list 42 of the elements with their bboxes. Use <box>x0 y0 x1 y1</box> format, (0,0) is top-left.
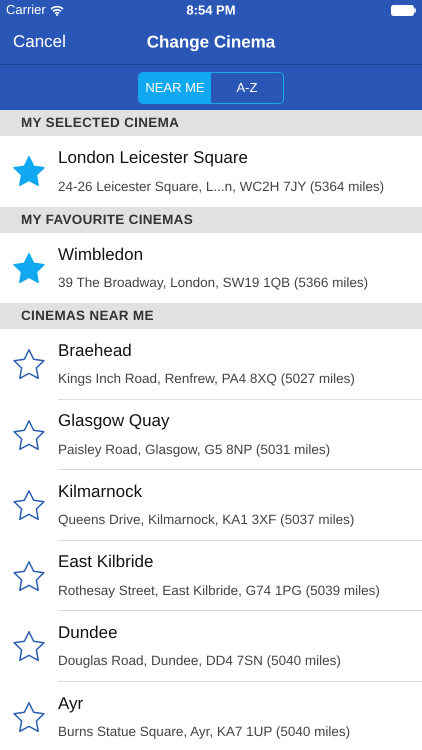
star-icon[interactable] <box>12 700 46 733</box>
wifi-icon <box>50 4 64 16</box>
cinema-address: Kings Inch Road, Renfrew, PA4 8XQ (5027 miles) <box>58 370 356 388</box>
cinema-address: Rothesay Street, East Kilbride, G74 1PG (5039 miles) <box>58 582 381 600</box>
cinema-address: Burns Statue Square, Ayr, KA7 1UP (5040 miles) <box>58 723 352 742</box>
carrier-label: Carrier <box>6 1 46 20</box>
section-header: MY FAVOURITE CINEMAS <box>0 206 422 232</box>
cinema-address: Paisley Road, Glasgow, G5 8NP (5031 miles) <box>58 440 332 459</box>
cinema-row[interactable]: Glasgow Quay Paisley Road, Glasgow, G5 8NP (5031 miles) <box>0 400 422 470</box>
star-icon[interactable] <box>12 155 46 188</box>
cinema-row[interactable]: Wimbledon 39 The Broadway, London, SW19 1QB (5366 miles) <box>0 232 422 303</box>
time-label: 8:54 PM <box>186 1 236 20</box>
star-icon[interactable] <box>12 489 46 522</box>
cinema-name: East Kilbride <box>58 551 154 574</box>
cinema-row[interactable]: London Leicester Square 24-26 Leicester Square, L...n, WC2H 7JY (5364 miles) <box>0 136 422 206</box>
cinema-address: 39 The Broadway, London, SW19 1QB (5366 miles) <box>58 274 370 292</box>
section-header: MY SELECTED CINEMA <box>0 110 422 136</box>
cinema-name: Glasgow Quay <box>58 410 170 432</box>
star-icon[interactable] <box>12 418 46 451</box>
segment-tab[interactable]: A-Z <box>211 72 283 102</box>
cinema-row[interactable]: East Kilbride Rothesay Street, East Kilbride, G74 1PG (5039 miles) <box>0 540 422 611</box>
cinema-name: Ayr <box>58 692 84 715</box>
cinema-address: Queens Drive, Kilmarnock, KA1 3XF (5037 miles) <box>58 511 356 530</box>
cinema-name: Braehead <box>58 340 133 362</box>
cinema-row[interactable]: Kilmarnock Queens Drive, Kilmarnock, KA1 3XF (5037 miles) <box>0 470 422 540</box>
cancel-button[interactable]: Cancel <box>0 29 79 55</box>
cinema-name: Dundee <box>58 622 119 644</box>
star-icon[interactable] <box>12 630 46 662</box>
cinema-name: Kilmarnock <box>58 480 144 503</box>
screen-title: Change Cinema <box>146 31 276 54</box>
battery-icon <box>391 4 416 16</box>
star-icon[interactable] <box>12 348 46 380</box>
star-icon[interactable] <box>12 560 46 592</box>
star-icon[interactable] <box>12 252 46 284</box>
cinema-name: London Leicester Square <box>58 147 249 170</box>
cinema-row[interactable]: Dundee Douglas Road, Dundee, DD4 7SN (5040 miles) <box>0 611 422 682</box>
cinema-row[interactable]: Ayr Burns Statue Square, Ayr, KA7 1UP (5040 miles) <box>0 682 422 750</box>
section-header: CINEMAS NEAR ME <box>0 303 422 329</box>
cinema-name: Wimbledon <box>58 244 144 266</box>
cinema-row[interactable]: Braehead Kings Inch Road, Renfrew, PA4 8XQ (5027 miles) <box>0 329 422 400</box>
cinema-address: Douglas Road, Dundee, DD4 7SN (5040 miles) <box>58 652 342 670</box>
cinema-address: 24-26 Leicester Square, L...n, WC2H 7JY (5364 miles) <box>58 178 386 196</box>
